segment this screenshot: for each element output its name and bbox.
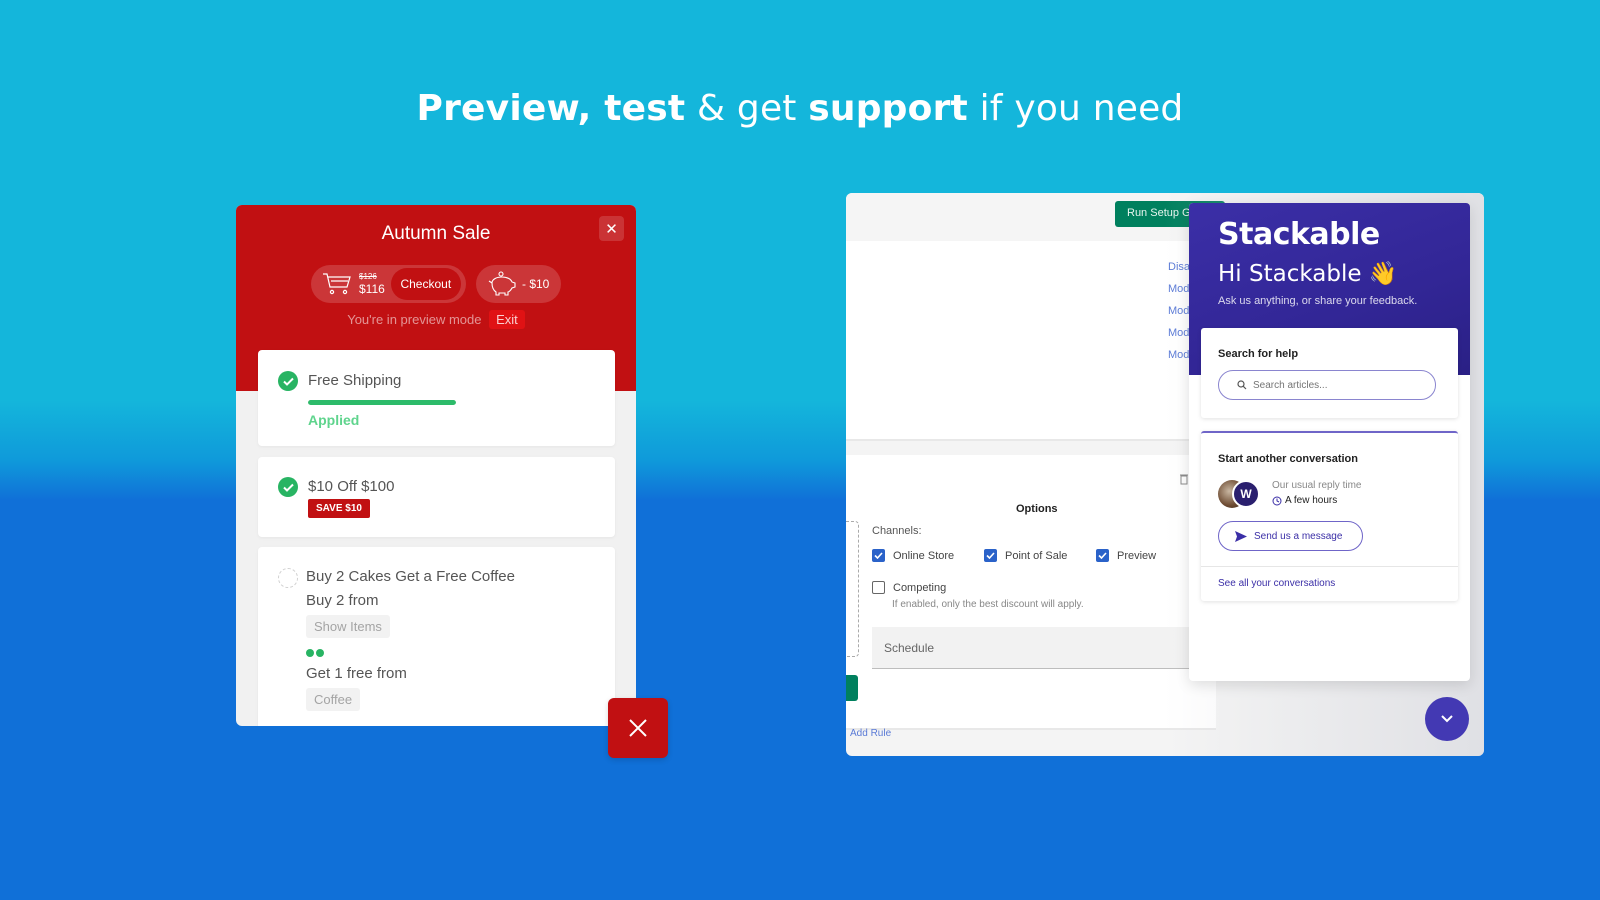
old-price: $126 bbox=[359, 272, 377, 281]
checkbox-checked-icon[interactable] bbox=[872, 549, 885, 562]
competing-label: Competing bbox=[893, 581, 947, 594]
offer-card-free-shipping: Free Shipping Applied bbox=[258, 350, 615, 446]
offer-card-bogo: Buy 2 Cakes Get a Free Coffee Buy 2 from… bbox=[258, 547, 615, 726]
cart-prices: $126 $116 bbox=[359, 272, 385, 296]
search-articles-field[interactable] bbox=[1218, 370, 1436, 400]
close-icon bbox=[629, 719, 647, 737]
channel-label: Preview bbox=[1117, 549, 1157, 562]
savings-amount: - $10 bbox=[522, 277, 550, 291]
chat-minimize-button[interactable] bbox=[1425, 697, 1469, 741]
chevron-down-icon bbox=[1441, 715, 1453, 723]
team-avatars: W bbox=[1218, 480, 1264, 508]
cart-icon bbox=[323, 273, 351, 295]
reply-time-value: A few hours bbox=[1285, 495, 1338, 506]
progress-dot bbox=[316, 649, 324, 657]
chat-subtitle: Ask us anything, or share your feedback. bbox=[1218, 295, 1418, 307]
sale-close-button[interactable]: ✕ bbox=[599, 216, 624, 241]
chat-greeting: Hi Stackable 👋 bbox=[1218, 261, 1398, 287]
search-icon bbox=[1237, 380, 1247, 390]
check-icon bbox=[278, 371, 298, 391]
offer-progress-fill bbox=[308, 400, 456, 405]
reply-time: A few hours bbox=[1272, 495, 1337, 506]
search-help-card: Search for help bbox=[1201, 328, 1458, 418]
reply-time-label: Our usual reply time bbox=[1272, 480, 1362, 491]
support-chat-widget: Stackable Hi Stackable 👋 Ask us anything… bbox=[1189, 203, 1470, 681]
check-icon bbox=[278, 477, 298, 497]
avatar: W bbox=[1232, 480, 1260, 508]
headline-part-2: & get bbox=[685, 88, 809, 129]
competing-option[interactable]: Competing bbox=[872, 581, 946, 594]
send-message-button[interactable]: Send us a message bbox=[1218, 521, 1363, 551]
close-icon: ✕ bbox=[605, 220, 618, 238]
preview-notice-text: You're in preview mode bbox=[347, 312, 482, 327]
add-rule-link[interactable]: Add Rule bbox=[850, 728, 891, 739]
offer-title: Buy 2 Cakes Get a Free Coffee bbox=[306, 568, 515, 585]
clock-icon bbox=[1272, 496, 1282, 505]
offer-status: Applied bbox=[308, 412, 360, 428]
conversation-card: Start another conversation W Our usual r… bbox=[1201, 431, 1458, 601]
sale-widget: Autumn Sale ✕ $126 $116 Checkout - $10 Y… bbox=[236, 205, 636, 726]
send-icon bbox=[1235, 530, 1247, 542]
channel-preview[interactable]: Preview bbox=[1096, 549, 1156, 562]
pending-circle-icon bbox=[278, 568, 298, 588]
checkbox-checked-icon[interactable] bbox=[1096, 549, 1109, 562]
channel-online-store[interactable]: Online Store bbox=[872, 549, 954, 562]
new-price: $116 bbox=[359, 282, 385, 296]
page-headline: Preview, test & get support if you need bbox=[0, 88, 1600, 129]
send-message-label: Send us a message bbox=[1254, 530, 1343, 542]
offer-progress-bar bbox=[308, 400, 456, 405]
progress-dot bbox=[306, 649, 314, 657]
piggy-bank-icon bbox=[488, 271, 516, 296]
competing-hint: If enabled, only the best discount will … bbox=[892, 599, 1084, 610]
search-heading: Search for help bbox=[1218, 348, 1299, 360]
coffee-item-button[interactable]: Coffee bbox=[306, 688, 361, 711]
headline-part-1: Preview, test bbox=[416, 88, 686, 129]
channels-label: Channels: bbox=[872, 525, 922, 537]
see-all-conversations-link[interactable]: See all your conversations bbox=[1218, 578, 1335, 589]
drag-region bbox=[846, 521, 859, 657]
checkbox-unchecked-icon[interactable] bbox=[872, 581, 885, 594]
headline-part-3: support bbox=[808, 88, 968, 129]
checkbox-checked-icon[interactable] bbox=[984, 549, 997, 562]
show-items-button[interactable]: Show Items bbox=[306, 615, 390, 638]
rules-panel: Disab Modi Modi Modi Modi bbox=[846, 241, 1216, 441]
add-rule-label: Add Rule bbox=[850, 728, 892, 739]
sale-title: Autumn Sale bbox=[381, 223, 491, 244]
cart-summary: $126 $116 Checkout bbox=[311, 265, 466, 303]
channel-point-of-sale[interactable]: Point of Sale bbox=[984, 549, 1067, 562]
save-button-edge[interactable] bbox=[846, 675, 858, 701]
savings-summary: - $10 bbox=[476, 265, 561, 303]
buy-label: Buy 2 from bbox=[306, 592, 379, 609]
chat-brand: Stackable bbox=[1218, 217, 1380, 252]
divider bbox=[1201, 566, 1458, 567]
channel-label: Point of Sale bbox=[1005, 549, 1068, 562]
headline-part-4: if you need bbox=[967, 88, 1184, 129]
conversation-heading: Start another conversation bbox=[1218, 453, 1358, 465]
checkout-button[interactable]: Checkout bbox=[390, 268, 461, 300]
exit-preview-button[interactable]: Exit bbox=[489, 310, 525, 329]
offer-title: Free Shipping bbox=[308, 372, 402, 389]
search-articles-input[interactable] bbox=[1253, 379, 1423, 391]
trash-icon[interactable] bbox=[1180, 473, 1188, 485]
preview-notice: You're in preview mode Exit bbox=[236, 310, 636, 329]
options-title: Options bbox=[1016, 503, 1058, 515]
get-label: Get 1 free from bbox=[306, 665, 407, 682]
options-panel: Options Channels: Online Store Point of … bbox=[846, 455, 1216, 730]
sale-widget-close-fab[interactable] bbox=[608, 698, 668, 758]
offer-card-10-off: $10 Off $100 SAVE $10 bbox=[258, 457, 615, 537]
offer-title: $10 Off $100 bbox=[308, 478, 395, 495]
channel-label: Online Store bbox=[893, 549, 955, 562]
save-badge: SAVE $10 bbox=[308, 499, 370, 518]
schedule-section[interactable]: Schedule bbox=[872, 627, 1216, 669]
